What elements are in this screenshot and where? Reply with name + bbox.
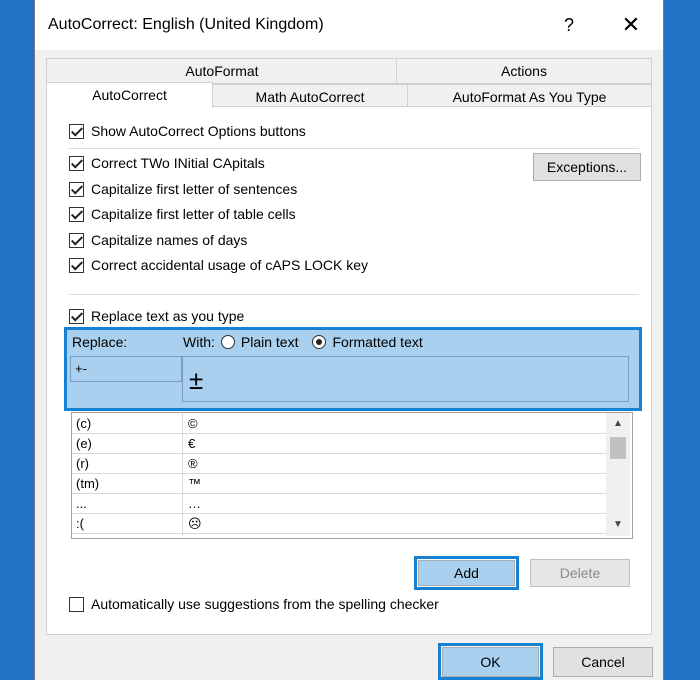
entry-with: ®: [188, 456, 198, 471]
names-days-label: Capitalize names of days: [91, 232, 248, 248]
entry-with: ©: [188, 416, 198, 431]
two-initial-option[interactable]: Correct TWo INitial CApitals: [69, 153, 265, 173]
entry-with: ™: [188, 476, 201, 491]
list-item[interactable]: (r) ®: [72, 453, 606, 474]
entry-replace: :(: [76, 516, 84, 531]
show-buttons-label: Show AutoCorrect Options buttons: [91, 123, 306, 139]
caps-lock-label: Correct accidental usage of cAPS LOCK ke…: [91, 257, 369, 273]
ok-button[interactable]: OK: [442, 647, 539, 677]
list-item[interactable]: :( ☹: [72, 513, 606, 534]
autocorrect-dialog: AutoCorrect: English (United Kingdom) ? …: [34, 0, 664, 680]
plain-text-radio[interactable]: [220, 335, 235, 349]
exceptions-button[interactable]: Exceptions...: [533, 153, 641, 181]
with-input[interactable]: ±: [182, 356, 629, 402]
list-item[interactable]: (e) €: [72, 433, 606, 454]
caps-lock-option[interactable]: Correct accidental usage of cAPS LOCK ke…: [69, 255, 368, 275]
formatted-text-label: Formatted text: [332, 334, 423, 350]
cancel-button[interactable]: Cancel: [553, 647, 653, 677]
delete-button[interactable]: Delete: [530, 559, 630, 587]
scroll-thumb[interactable]: [610, 437, 626, 459]
names-days-checkbox[interactable]: [69, 232, 84, 248]
formatted-text-radio[interactable]: [312, 335, 327, 349]
two-initial-checkbox[interactable]: [69, 155, 84, 171]
caps-lock-checkbox[interactable]: [69, 257, 84, 273]
tab-actions[interactable]: Actions: [396, 58, 652, 84]
add-button[interactable]: Add: [418, 560, 515, 586]
entries-list[interactable]: (c) © (e) € (r) ® (tm) ™ ... … :( ☹ ▲ ▼: [71, 412, 633, 539]
list-scrollbar[interactable]: ▲ ▼: [606, 413, 630, 536]
plain-text-label: Plain text: [240, 334, 299, 350]
title-bar: AutoCorrect: English (United Kingdom) ? …: [35, 0, 663, 50]
with-controls: With: Plain text Formatted text: [183, 334, 423, 350]
first-table-label: Capitalize first letter of table cells: [91, 206, 296, 222]
suggestions-option[interactable]: Automatically use suggestions from the s…: [69, 594, 439, 614]
divider: [69, 294, 639, 295]
with-label: With:: [183, 334, 215, 350]
replace-text-label: Replace text as you type: [91, 308, 245, 324]
autocorrect-panel: Show AutoCorrect Options buttons Correct…: [46, 106, 652, 635]
entry-replace: ...: [76, 496, 87, 511]
first-table-option[interactable]: Capitalize first letter of table cells: [69, 204, 296, 224]
entry-replace: (r): [76, 456, 89, 471]
list-item[interactable]: ... …: [72, 493, 606, 514]
entry-with: €: [188, 436, 196, 451]
entry-with: …: [188, 496, 201, 511]
list-item[interactable]: (c) ©: [72, 413, 606, 434]
divider: [69, 148, 639, 149]
tab-autoformat[interactable]: AutoFormat: [46, 58, 398, 84]
show-buttons-checkbox[interactable]: [69, 123, 84, 139]
replace-label: Replace:: [72, 334, 128, 350]
list-item[interactable]: (tm) ™: [72, 473, 606, 494]
scroll-up-icon[interactable]: ▲: [606, 415, 630, 433]
tab-math-autocorrect[interactable]: Math AutoCorrect: [211, 84, 409, 108]
names-days-option[interactable]: Capitalize names of days: [69, 230, 247, 250]
suggestions-label: Automatically use suggestions from the s…: [91, 596, 439, 612]
replace-text-option[interactable]: Replace text as you type: [69, 306, 244, 326]
suggestions-checkbox[interactable]: [69, 596, 84, 612]
replace-text-checkbox[interactable]: [69, 308, 84, 324]
scroll-down-icon[interactable]: ▼: [606, 516, 630, 534]
close-button[interactable]: ✕: [609, 10, 653, 40]
two-initial-label: Correct TWo INitial CApitals: [91, 155, 265, 171]
first-sentence-option[interactable]: Capitalize first letter of sentences: [69, 179, 297, 199]
first-sentence-label: Capitalize first letter of sentences: [91, 181, 298, 197]
first-sentence-checkbox[interactable]: [69, 181, 84, 197]
entry-replace: (tm): [76, 476, 100, 491]
help-button[interactable]: ?: [547, 10, 591, 40]
entry-with: ☹: [188, 516, 202, 531]
replace-input[interactable]: +-: [70, 356, 182, 382]
tab-autoformat-as-you-type[interactable]: AutoFormat As You Type: [407, 84, 652, 108]
tab-autocorrect[interactable]: AutoCorrect: [46, 82, 213, 108]
entry-replace: (e): [76, 436, 92, 451]
window-title: AutoCorrect: English (United Kingdom): [48, 16, 324, 33]
entry-replace: (c): [76, 416, 92, 431]
show-buttons-option[interactable]: Show AutoCorrect Options buttons: [69, 121, 306, 141]
first-table-checkbox[interactable]: [69, 206, 84, 222]
